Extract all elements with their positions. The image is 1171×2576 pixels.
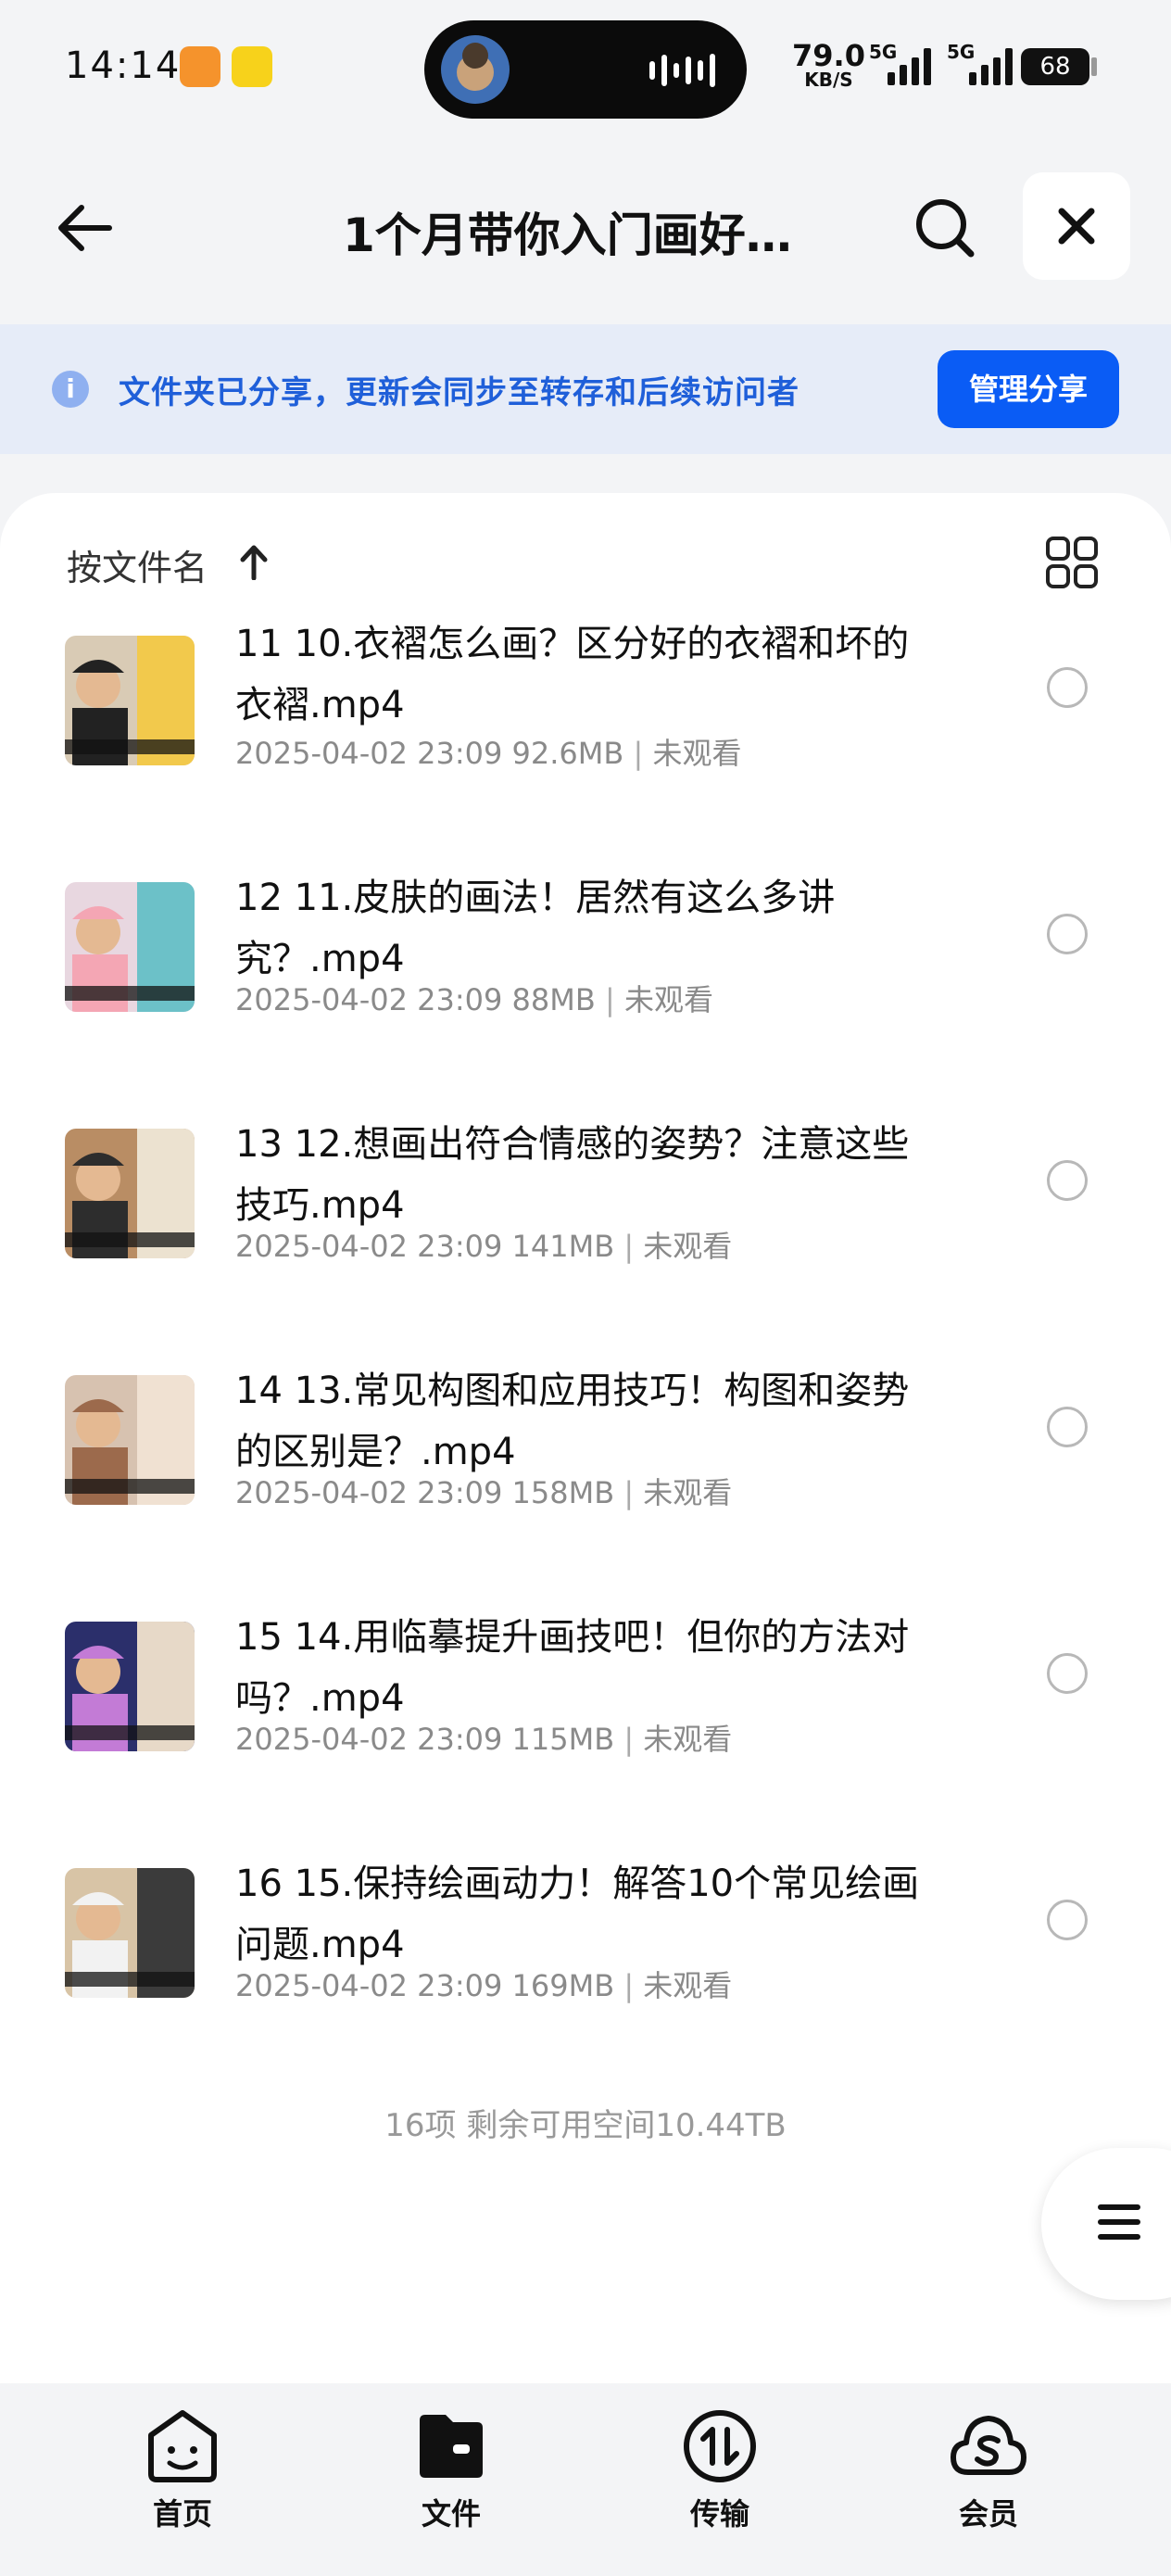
battery-indicator: 68: [1021, 48, 1089, 85]
app-notification-icon: [232, 46, 272, 87]
signal-icon: 5G: [939, 41, 1013, 85]
search-icon[interactable]: [912, 195, 978, 261]
nav-files[interactable]: 文件: [382, 2407, 521, 2533]
file-name: 14 13.常见构图和应用技巧！构图和姿势的区别是？.mp4: [235, 1370, 910, 1473]
select-radio[interactable]: [1047, 1653, 1088, 1694]
file-size: 158MB: [511, 1475, 615, 1510]
file-row[interactable]: 13 12.想画出符合情感的姿势？注意这些技巧.mp4 2025-04-02 23…: [0, 1123, 1171, 1370]
cloud-vip-icon: [951, 2416, 1026, 2475]
menu-icon: [1098, 2204, 1140, 2240]
file-name: 16 15.保持绘画动力！解答10个常见绘画问题.mp4: [235, 1863, 920, 1966]
info-icon: i: [52, 371, 89, 408]
app-notification-icon: [180, 46, 220, 87]
meta-separator: |: [614, 1968, 644, 2003]
share-banner-text: 文件夹已分享，更新会同步至转存和后续访问者: [119, 374, 800, 411]
file-meta: 2025-04-02 23:09 169MB | 未观看: [235, 1963, 732, 2005]
file-name: 15 14.用临摹提升画技吧！但你的方法对吗？.mp4: [235, 1616, 910, 1720]
nav-home[interactable]: 首页: [113, 2407, 252, 2533]
nav-vip-label: 会员: [958, 2496, 1018, 2532]
file-date: 2025-04-02 23:09: [235, 1475, 503, 1510]
file-size: 115MB: [511, 1722, 615, 1757]
file-name: 11 10.衣褶怎么画？区分好的衣褶和坏的衣褶.mp4: [235, 623, 910, 726]
close-icon: [1058, 208, 1095, 245]
select-radio[interactable]: [1047, 1407, 1088, 1447]
file-date: 2025-04-02 23:09: [235, 982, 503, 1017]
select-radio[interactable]: [1047, 1160, 1088, 1201]
back-arrow-icon[interactable]: [52, 195, 119, 261]
select-radio[interactable]: [1047, 1900, 1088, 1940]
meta-separator: |: [623, 736, 653, 771]
network-speed: 79.0 KB/S: [792, 38, 865, 91]
select-radio[interactable]: [1047, 667, 1088, 708]
file-row[interactable]: 15 14.用临摹提升画技吧！但你的方法对吗？.mp4 2025-04-02 23…: [0, 1616, 1171, 1863]
file-date: 2025-04-02 23:09: [235, 1722, 503, 1757]
audio-waveform-icon: [649, 54, 715, 87]
meta-separator: |: [614, 1229, 644, 1264]
meta-separator: |: [614, 1475, 644, 1510]
file-status: 未观看: [643, 1722, 733, 1757]
dynamic-island: [424, 20, 747, 119]
sort-selector[interactable]: 按文件名: [67, 539, 208, 590]
video-thumbnail: [65, 636, 195, 765]
file-meta: 2025-04-02 23:09 115MB | 未观看: [235, 1716, 732, 1759]
nav-files-label: 文件: [421, 2496, 481, 2532]
select-radio[interactable]: [1047, 914, 1088, 954]
home-face-icon: [148, 2410, 217, 2482]
file-status: 未观看: [643, 1229, 733, 1264]
file-row[interactable]: 11 10.衣褶怎么画？区分好的衣褶和坏的衣褶.mp4 2025-04-02 23…: [0, 623, 1171, 877]
file-meta: 2025-04-02 23:09 92.6MB | 未观看: [235, 730, 741, 773]
manage-share-button[interactable]: 管理分享: [938, 350, 1119, 428]
meta-separator: [502, 736, 511, 771]
file-row[interactable]: 14 13.常见构图和应用技巧！构图和姿势的区别是？.mp4 2025-04-02…: [0, 1370, 1171, 1616]
file-status: 未观看: [643, 1968, 733, 2003]
file-meta: 2025-04-02 23:09 158MB | 未观看: [235, 1470, 732, 1512]
status-time: 14:14: [65, 44, 182, 87]
page-title: 1个月带你入门画好…: [343, 208, 792, 262]
media-avatar: [441, 35, 510, 104]
nav-vip[interactable]: 会员: [919, 2407, 1058, 2533]
transfer-icon: [684, 2410, 756, 2482]
file-status: 未观看: [623, 982, 713, 1017]
file-status: 未观看: [643, 1475, 733, 1510]
video-thumbnail: [65, 1622, 195, 1751]
file-meta: 2025-04-02 23:09 88MB | 未观看: [235, 977, 713, 1019]
nav-transfer[interactable]: 传输: [650, 2407, 789, 2533]
close-button[interactable]: [1023, 172, 1130, 280]
storage-summary: 16项 剩余可用空间10.44TB: [384, 2107, 787, 2144]
meta-separator: [502, 1968, 511, 2003]
meta-separator: |: [614, 1722, 644, 1757]
nav-transfer-label: 传输: [689, 2496, 749, 2532]
folder-icon: [420, 2415, 483, 2478]
file-name: 13 12.想画出符合情感的姿势？注意这些技巧.mp4: [235, 1123, 910, 1227]
file-row[interactable]: 16 15.保持绘画动力！解答10个常见绘画问题.mp4 2025-04-02 2…: [0, 1863, 1171, 2109]
video-thumbnail: [65, 1868, 195, 1998]
meta-separator: [502, 982, 511, 1017]
file-size: 92.6MB: [511, 736, 624, 771]
file-status: 未观看: [652, 736, 742, 771]
nav-home-label: 首页: [152, 2496, 212, 2532]
file-date: 2025-04-02 23:09: [235, 736, 503, 771]
battery-tip: [1091, 57, 1097, 76]
file-row[interactable]: 12 11.皮肤的画法！居然有这么多讲究？.mp4 2025-04-02 23:0…: [0, 877, 1171, 1123]
signal-icon: 5G: [869, 41, 931, 85]
file-date: 2025-04-02 23:09: [235, 1229, 503, 1264]
video-thumbnail: [65, 1129, 195, 1258]
video-thumbnail: [65, 882, 195, 1012]
file-name: 12 11.皮肤的画法！居然有这么多讲究？.mp4: [235, 877, 836, 980]
file-size: 169MB: [511, 1968, 615, 2003]
meta-separator: [502, 1722, 511, 1757]
file-size: 141MB: [511, 1229, 615, 1264]
video-thumbnail: [65, 1375, 195, 1505]
meta-separator: [502, 1475, 511, 1510]
meta-separator: [502, 1229, 511, 1264]
grid-view-icon[interactable]: [1045, 536, 1099, 589]
status-bar: 14:14 79.0 KB/S 5G 5G 68: [0, 0, 1171, 139]
file-size: 88MB: [511, 982, 596, 1017]
meta-separator: |: [595, 982, 624, 1017]
sort-ascending-icon[interactable]: [239, 543, 269, 580]
file-meta: 2025-04-02 23:09 141MB | 未观看: [235, 1223, 732, 1266]
file-date: 2025-04-02 23:09: [235, 1968, 503, 2003]
